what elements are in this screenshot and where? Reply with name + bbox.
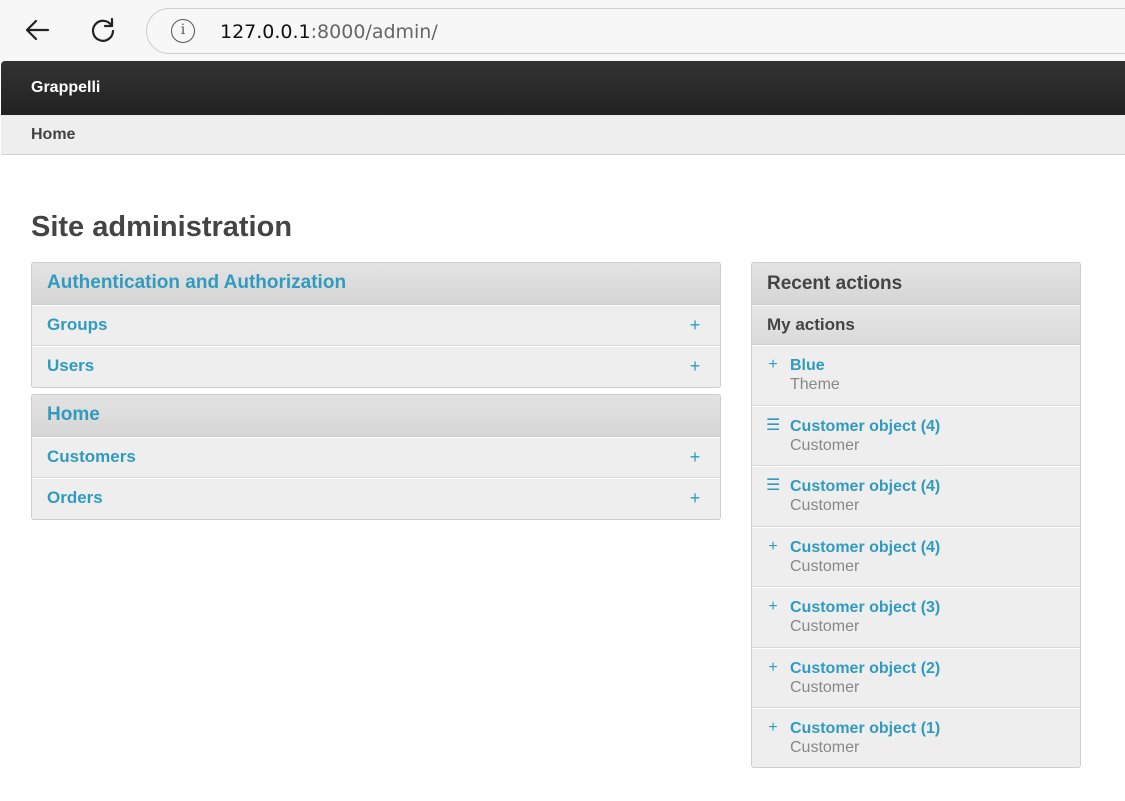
recent-action-item: + Customer object (4) Customer: [752, 526, 1080, 587]
module-authentication: Authentication and Authorization Groups …: [31, 262, 721, 388]
module-title[interactable]: Home: [32, 395, 720, 437]
action-content-type: Theme: [790, 376, 840, 393]
action-link[interactable]: Customer object (4): [790, 539, 940, 557]
address-bar[interactable]: i 127.0.0.1:8000/admin/: [146, 8, 1125, 54]
recent-action-item: + Blue Theme: [752, 345, 1080, 406]
browser-toolbar: i 127.0.0.1:8000/admin/: [0, 0, 1125, 61]
change-icon: ☰: [766, 477, 781, 494]
recent-action-item: ☰ Customer object (4) Customer: [752, 405, 1080, 466]
action-link[interactable]: Customer object (4): [790, 478, 940, 496]
action-link[interactable]: Customer object (3): [790, 599, 940, 617]
orders-link[interactable]: Orders: [47, 488, 103, 508]
recent-action-item: ☰ Customer object (4) Customer: [752, 466, 1080, 527]
module-title[interactable]: Authentication and Authorization: [32, 263, 720, 305]
module-row-orders: Orders +: [32, 478, 720, 519]
breadcrumb: Home: [1, 115, 1125, 155]
action-link[interactable]: Customer object (2): [790, 660, 940, 678]
recent-action-item: + Customer object (1) Customer: [752, 708, 1080, 767]
action-content-type: Customer: [790, 739, 860, 756]
add-icon: +: [768, 598, 778, 615]
action-link[interactable]: Customer object (4): [790, 418, 940, 436]
brand-title[interactable]: Grappelli: [31, 79, 100, 97]
add-icon[interactable]: +: [688, 357, 702, 375]
add-icon: +: [768, 537, 778, 555]
module-row-groups: Groups +: [32, 305, 720, 346]
reload-icon: [91, 17, 115, 42]
recent-action-item: + Customer object (2) Customer: [752, 647, 1080, 708]
url-path: :8000/admin/: [310, 21, 438, 43]
add-icon: +: [768, 356, 778, 373]
breadcrumb-home[interactable]: Home: [31, 126, 75, 144]
change-icon: ☰: [766, 416, 781, 434]
action-content-type: Customer: [790, 436, 860, 454]
groups-link[interactable]: Groups: [47, 315, 107, 335]
action-content-type: Customer: [790, 557, 860, 575]
add-icon[interactable]: +: [688, 489, 702, 507]
action-content-type: Customer: [790, 497, 860, 514]
recent-actions-title: Recent actions: [752, 263, 1080, 305]
add-icon[interactable]: +: [688, 316, 702, 334]
action-link[interactable]: Customer object (1): [790, 720, 940, 738]
url-host: 127.0.0.1: [220, 21, 311, 43]
module-home: Home Customers + Orders +: [31, 394, 721, 520]
url-text[interactable]: 127.0.0.1:8000/admin/: [220, 21, 438, 43]
action-link[interactable]: Blue: [790, 357, 825, 375]
action-content-type: Customer: [790, 618, 860, 635]
recent-action-item: + Customer object (3) Customer: [752, 587, 1080, 648]
app-header: Grappelli: [1, 61, 1125, 115]
page-title: Site administration: [31, 211, 293, 243]
add-icon[interactable]: +: [688, 448, 702, 466]
add-icon: +: [768, 658, 778, 676]
module-row-customers: Customers +: [32, 437, 720, 478]
add-icon: +: [768, 719, 778, 736]
users-link[interactable]: Users: [47, 356, 94, 376]
reload-button[interactable]: [85, 12, 121, 48]
module-row-users: Users +: [32, 346, 720, 387]
arrow-left-icon: [25, 19, 50, 41]
action-content-type: Customer: [790, 678, 860, 696]
customers-link[interactable]: Customers: [47, 447, 136, 467]
back-button[interactable]: [19, 12, 55, 48]
site-info-icon[interactable]: i: [171, 19, 195, 43]
my-actions-subtitle: My actions: [752, 305, 1080, 345]
recent-actions-panel: Recent actions My actions + Blue Theme ☰…: [751, 262, 1081, 768]
